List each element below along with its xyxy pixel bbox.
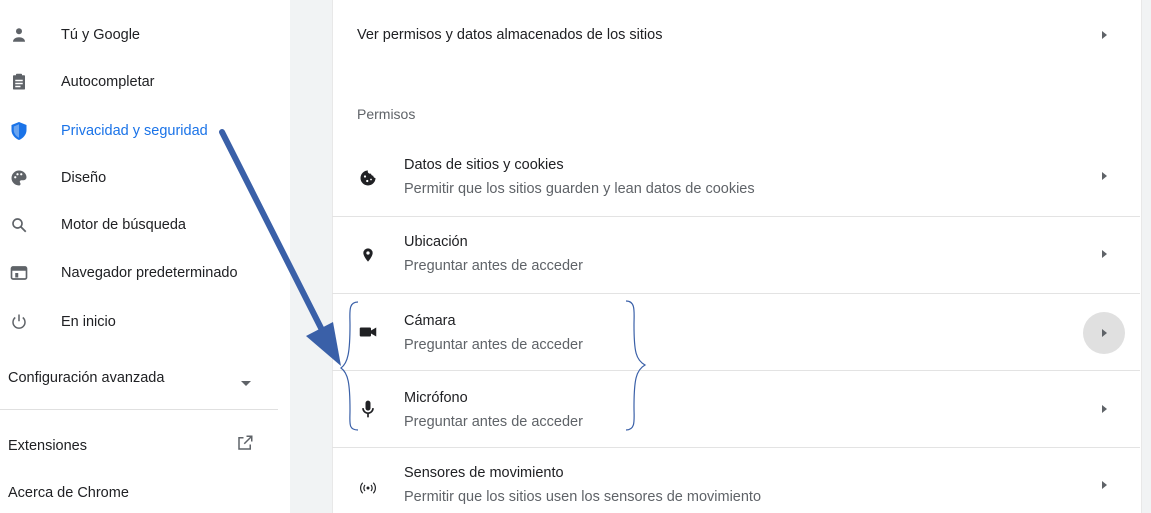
sidebar-item-you-and-google[interactable]: Tú y Google [0, 15, 280, 55]
chevron-down-icon[interactable] [240, 375, 252, 393]
chevron-right-icon [1102, 31, 1107, 39]
sidebar-item-on-startup[interactable]: En inicio [0, 302, 280, 342]
permission-subtitle: Preguntar antes de acceder [404, 337, 583, 353]
permission-row-microphone[interactable]: Micrófono Preguntar antes de acceder [332, 371, 1140, 447]
open-in-new-icon[interactable] [236, 434, 254, 457]
permission-subtitle: Preguntar antes de acceder [404, 258, 583, 274]
permission-title: Cámara [404, 313, 456, 329]
permission-title: Sensores de movimiento [404, 465, 564, 481]
camera-icon [358, 322, 378, 342]
sidebar-item-label: Autocompletar [61, 74, 155, 90]
permission-subtitle: Permitir que los sitios guarden y lean d… [404, 181, 755, 197]
chevron-right-icon [1102, 172, 1107, 180]
chevron-right-icon [1102, 329, 1107, 337]
permission-title: Datos de sitios y cookies [404, 157, 564, 173]
permission-row-camera[interactable]: Cámara Preguntar antes de acceder [332, 294, 1140, 370]
sidebar-item-label: Navegador predeterminado [61, 265, 238, 281]
motion-sensor-icon [358, 478, 378, 498]
chevron-hover-circle[interactable] [1083, 312, 1125, 354]
advanced-settings-toggle[interactable]: Configuración avanzada [8, 370, 164, 386]
extensions-label: Extensiones [8, 438, 87, 454]
shield-icon [9, 121, 29, 141]
sidebar-item-appearance[interactable]: Diseño [0, 158, 280, 198]
about-chrome-link[interactable]: Acerca de Chrome [8, 485, 129, 501]
chevron-right-icon [1102, 250, 1107, 258]
permissions-heading: Permisos [357, 106, 416, 122]
sidebar-item-label: En inicio [61, 314, 116, 330]
permission-subtitle: Permitir que los sitios usen los sensore… [404, 489, 762, 505]
sidebar-item-search-engine[interactable]: Motor de búsqueda [0, 205, 280, 245]
extensions-link[interactable]: Extensiones [8, 438, 87, 454]
sidebar-item-label: Diseño [61, 170, 107, 186]
permission-title: Ubicación [404, 234, 468, 250]
about-chrome-label: Acerca de Chrome [8, 485, 129, 501]
site-settings-link-label: Ver permisos y datos almacenados de los … [357, 27, 663, 43]
sidebar-item-label: Motor de búsqueda [61, 217, 186, 233]
cookie-icon [358, 168, 378, 188]
permission-row-motion-sensors[interactable]: Sensores de movimiento Permitir que los … [332, 448, 1140, 513]
permission-row-location[interactable]: Ubicación Preguntar antes de acceder [332, 217, 1140, 293]
permission-subtitle: Preguntar antes de acceder [404, 414, 583, 430]
sidebar-item-privacy-security[interactable]: Privacidad y seguridad [0, 111, 280, 151]
chevron-right-icon [1102, 481, 1107, 489]
location-pin-icon [358, 245, 378, 265]
sidebar-item-autofill[interactable]: Autocompletar [0, 62, 280, 102]
sidebar-divider [0, 409, 278, 410]
advanced-settings-label: Configuración avanzada [8, 370, 165, 386]
power-icon [9, 312, 29, 332]
permission-row-cookies[interactable]: Datos de sitios y cookies Permitir que l… [332, 140, 1140, 216]
search-icon [9, 215, 29, 235]
person-icon [9, 25, 29, 45]
palette-icon [9, 168, 29, 188]
sidebar-item-label: Privacidad y seguridad [61, 123, 208, 139]
browser-icon [9, 263, 29, 283]
chevron-right-icon [1102, 405, 1107, 413]
sidebar-item-label: Tú y Google [61, 27, 140, 43]
sidebar-item-default-browser[interactable]: Navegador predeterminado [0, 253, 280, 293]
microphone-icon [358, 399, 378, 419]
permission-title: Micrófono [404, 390, 468, 406]
sidebar: Tú y Google Autocompletar Privacidad y s… [0, 0, 290, 513]
clipboard-icon [9, 72, 29, 92]
site-settings-link-row[interactable]: Ver permisos y datos almacenados de los … [332, 12, 1140, 62]
